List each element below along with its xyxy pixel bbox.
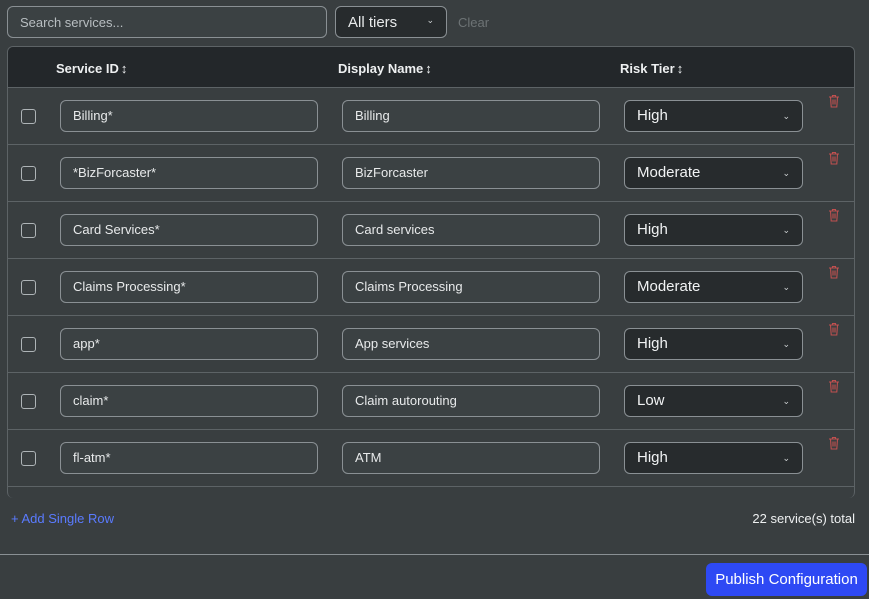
chevron-down-icon: ⌄ (426, 15, 434, 25)
chevron-down-icon: ⌄ (782, 168, 790, 178)
trash-icon[interactable] (828, 436, 840, 450)
risk-tier-select[interactable]: High ⌄ (624, 214, 803, 246)
display-name-field[interactable]: Billing (342, 100, 600, 132)
sort-icon: ↕ (676, 61, 684, 76)
row-checkbox[interactable] (21, 280, 36, 295)
risk-tier-value: High (637, 449, 668, 466)
toolbar: All tiers ⌄ Clear (0, 0, 869, 46)
risk-tier-value: High (637, 221, 668, 238)
service-id-field[interactable]: claim* (60, 385, 318, 417)
risk-tier-value: Low (637, 392, 665, 409)
display-name-field[interactable]: Claims Processing (342, 271, 600, 303)
column-header-display-name[interactable]: Display Name ↕ (338, 61, 432, 76)
table-row: Billing* Billing High ⌄ (8, 88, 854, 145)
services-table: Service ID ↕ Display Name ↕ Risk Tier ↕ Bil… (7, 46, 855, 498)
chevron-down-icon: ⌄ (782, 339, 790, 349)
service-id-field[interactable]: Card Services* (60, 214, 318, 246)
column-header-service-id[interactable]: Service ID ↕ (56, 61, 127, 76)
row-checkbox[interactable] (21, 109, 36, 124)
risk-tier-select[interactable]: Moderate ⌄ (624, 157, 803, 189)
display-name-field[interactable]: Claim autorouting (342, 385, 600, 417)
risk-tier-value: High (637, 335, 668, 352)
display-name-field[interactable]: App services (342, 328, 600, 360)
chevron-down-icon: ⌄ (782, 111, 790, 121)
table-row: Claims Processing* Claims Processing Mod… (8, 259, 854, 316)
trash-icon[interactable] (828, 208, 840, 222)
risk-tier-select[interactable]: Low ⌄ (624, 385, 803, 417)
risk-tier-value: Moderate (637, 278, 701, 295)
chevron-down-icon: ⌄ (782, 225, 790, 235)
display-name-field[interactable]: BizForcaster (342, 157, 600, 189)
trash-icon[interactable] (828, 322, 840, 336)
display-name-field[interactable]: ATM (342, 442, 600, 474)
search-input[interactable] (7, 6, 327, 38)
trash-icon[interactable] (828, 151, 840, 165)
table-header: Service ID ↕ Display Name ↕ Risk Tier ↕ (8, 47, 854, 88)
service-count: 22 service(s) total (752, 511, 855, 526)
risk-tier-select[interactable]: High ⌄ (624, 328, 803, 360)
risk-tier-select[interactable]: High ⌄ (624, 100, 803, 132)
trash-icon[interactable] (828, 94, 840, 108)
row-checkbox[interactable] (21, 337, 36, 352)
row-checkbox[interactable] (21, 223, 36, 238)
tier-filter-dropdown[interactable]: All tiers ⌄ (335, 6, 447, 38)
chevron-down-icon: ⌄ (782, 396, 790, 406)
row-checkbox[interactable] (21, 166, 36, 181)
column-header-risk-tier[interactable]: Risk Tier ↕ (620, 61, 683, 76)
divider (0, 554, 869, 555)
row-checkbox[interactable] (21, 394, 36, 409)
service-id-field[interactable]: Claims Processing* (60, 271, 318, 303)
add-single-row-button[interactable]: + Add Single Row (11, 511, 114, 526)
risk-tier-value: High (637, 107, 668, 124)
clear-button[interactable]: Clear (458, 15, 489, 30)
risk-tier-select[interactable]: High ⌄ (624, 442, 803, 474)
table-row: fl-atm* ATM High ⌄ (8, 430, 854, 487)
row-checkbox[interactable] (21, 451, 36, 466)
trash-icon[interactable] (828, 379, 840, 393)
chevron-down-icon: ⌄ (782, 453, 790, 463)
risk-tier-value: Moderate (637, 164, 701, 181)
table-row: claim* Claim autorouting Low ⌄ (8, 373, 854, 430)
sort-icon: ↕ (425, 61, 432, 76)
table-row: app* App services High ⌄ (8, 316, 854, 373)
trash-icon[interactable] (828, 265, 840, 279)
service-id-field[interactable]: fl-atm* (60, 442, 318, 474)
publish-configuration-button[interactable]: Publish Configuration (706, 563, 867, 596)
tier-filter-value: All tiers (348, 13, 398, 31)
table-row: *BizForcaster* BizForcaster Moderate ⌄ (8, 145, 854, 202)
service-id-field[interactable]: *BizForcaster* (60, 157, 318, 189)
table-row: Card Services* Card services High ⌄ (8, 202, 854, 259)
service-id-field[interactable]: Billing* (60, 100, 318, 132)
sort-icon: ↕ (120, 61, 128, 76)
display-name-field[interactable]: Card services (342, 214, 600, 246)
service-id-field[interactable]: app* (60, 328, 318, 360)
chevron-down-icon: ⌄ (782, 282, 790, 292)
risk-tier-select[interactable]: Moderate ⌄ (624, 271, 803, 303)
